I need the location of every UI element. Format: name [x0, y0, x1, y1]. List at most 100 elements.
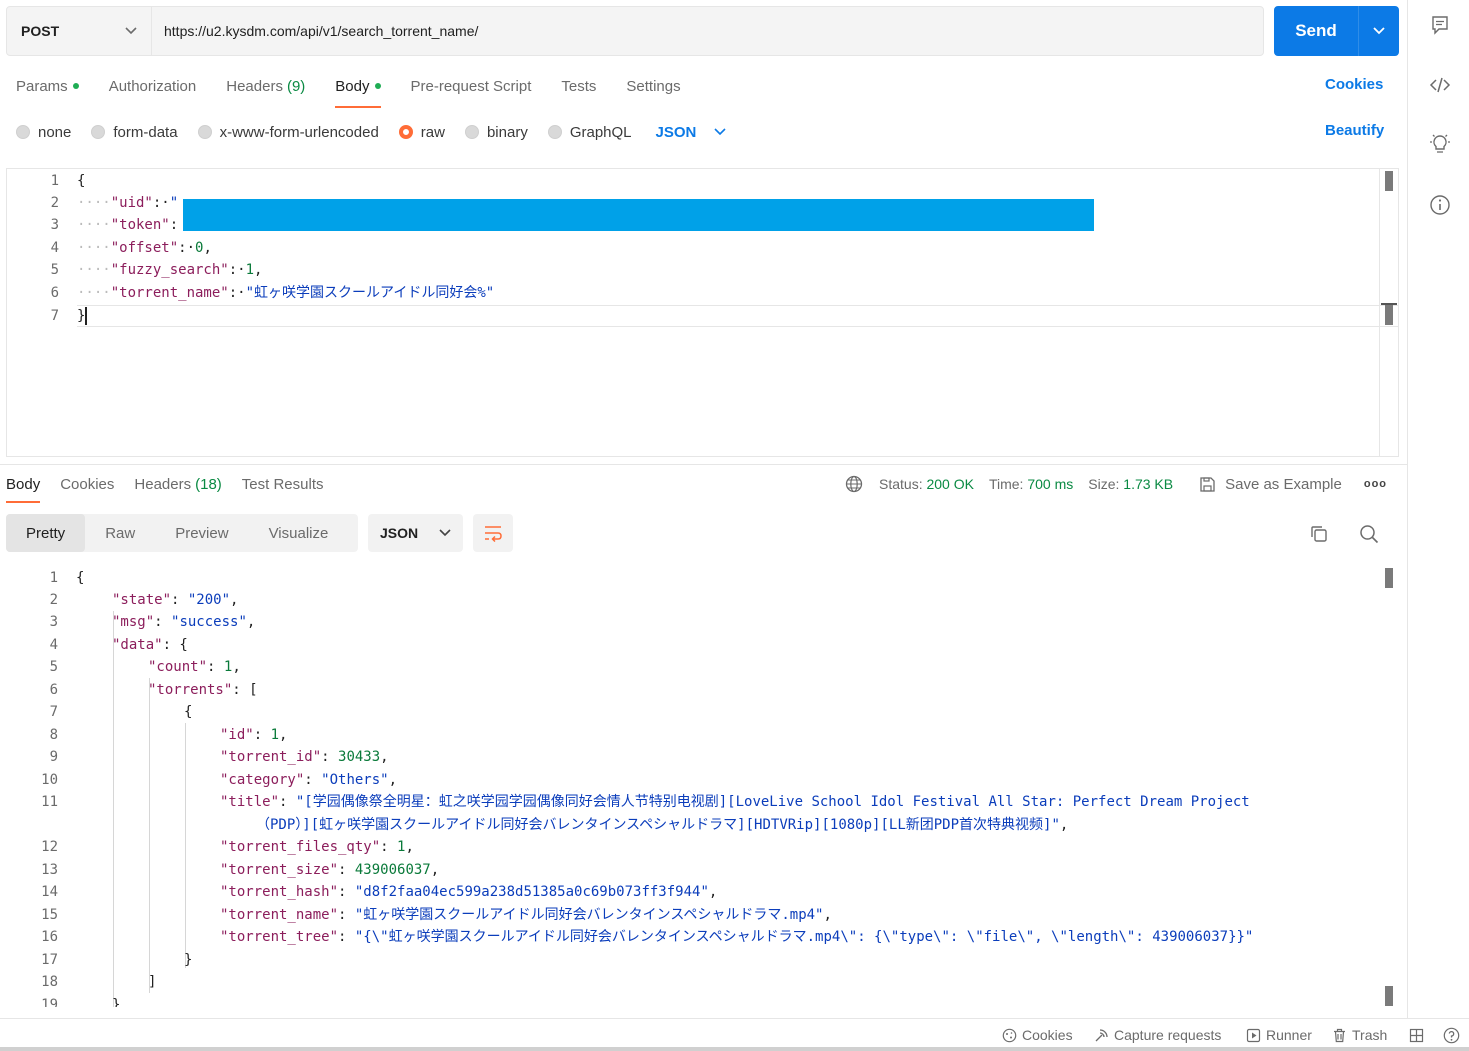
scrollbar-thumb[interactable]: [1385, 171, 1393, 191]
params-indicator-dot: [72, 83, 79, 89]
tab-pre-request-script[interactable]: Pre-request Script: [411, 74, 532, 98]
send-button-group: Send: [1274, 6, 1399, 56]
time-stat[interactable]: Time: 700 ms: [989, 476, 1073, 492]
help-icon[interactable]: [1443, 1027, 1460, 1044]
code-icon[interactable]: [1428, 73, 1452, 97]
footer-cookies-button[interactable]: Cookies: [1002, 1027, 1073, 1043]
tab-authorization[interactable]: Authorization: [109, 74, 197, 98]
code-text: "state": "200",: [112, 589, 238, 611]
more-options-button[interactable]: ooo: [1364, 478, 1387, 490]
tab-settings[interactable]: Settings: [626, 74, 680, 98]
status-stat[interactable]: Status: 200 OK: [879, 476, 974, 492]
json-key: "title": [220, 794, 280, 810]
resp-tab-headers[interactable]: Headers (18): [134, 474, 221, 494]
scrollbar-thumb[interactable]: [1385, 568, 1393, 588]
cookies-link[interactable]: Cookies: [1325, 76, 1383, 93]
method-select[interactable]: POST: [7, 7, 152, 55]
beautify-link[interactable]: Beautify: [1325, 122, 1384, 139]
bulb-icon[interactable]: [1428, 132, 1452, 156]
comma: ,: [405, 839, 414, 855]
search-icon[interactable]: [1359, 524, 1379, 544]
comma: ,: [232, 659, 241, 675]
colon: :·: [152, 195, 170, 211]
tab-body[interactable]: Body: [335, 74, 381, 108]
comma: ,: [708, 884, 718, 900]
resp-tab-test-results[interactable]: Test Results: [242, 474, 324, 494]
colon: :: [253, 727, 271, 743]
radio-urlencoded[interactable]: x-www-form-urlencoded: [197, 124, 379, 141]
code-text: }: [184, 949, 192, 971]
capture-icon: [1095, 1028, 1108, 1041]
json-string: "200": [187, 592, 231, 608]
response-stats: Status: 200 OK Time: 700 ms Size: 1.73 K…: [845, 474, 1387, 494]
response-scrollbar[interactable]: [1380, 566, 1399, 1007]
comment-icon[interactable]: [1428, 13, 1452, 37]
json-string: "虹ヶ咲学園スクールアイドル同好会バレンタインスペシャルドラマ.mp4": [354, 907, 824, 923]
text-cursor: [85, 307, 88, 325]
tab-params-label: Params: [16, 77, 68, 95]
postman-app: POST https://u2.kysdm.com/api/v1/search_…: [0, 0, 1469, 1051]
size-value: 1.73 KB: [1123, 476, 1174, 492]
code-text: {: [76, 567, 84, 589]
size-stat[interactable]: Size: 1.73 KB: [1088, 476, 1173, 492]
chevron-down-icon: [1373, 27, 1385, 35]
save-icon: [1200, 476, 1215, 492]
colon: :: [338, 862, 355, 878]
colon: :: [338, 884, 355, 900]
method-label: POST: [21, 23, 60, 39]
radio-form-data[interactable]: form-data: [91, 124, 178, 141]
indent-guide: [149, 678, 150, 993]
radio-none-label: none: [38, 123, 72, 141]
resp-tab-cookies[interactable]: Cookies: [60, 474, 114, 494]
send-button[interactable]: Send: [1274, 6, 1358, 56]
response-format-select[interactable]: JSON: [368, 514, 463, 552]
view-tab-pretty[interactable]: Pretty: [6, 514, 86, 552]
code-text: "torrents": [: [148, 679, 258, 701]
response-body-viewer[interactable]: 1 { 2 "state": "200", 3 "msg": "success", 4…: [6, 566, 1399, 1007]
language-select[interactable]: JSON: [656, 124, 727, 141]
trash-button[interactable]: Trash: [1332, 1027, 1387, 1043]
tab-params[interactable]: Params: [16, 74, 79, 98]
pane-divider[interactable]: [0, 464, 1407, 465]
colon: :: [338, 907, 355, 923]
runner-button[interactable]: Runner: [1246, 1027, 1312, 1043]
view-tab-visualize[interactable]: Visualize: [249, 514, 349, 552]
resp-tab-body[interactable]: Body: [6, 474, 41, 503]
view-tab-raw[interactable]: Raw: [85, 514, 155, 552]
tab-tests[interactable]: Tests: [561, 74, 596, 98]
indent-dots: ····: [77, 195, 111, 211]
url-input[interactable]: https://u2.kysdm.com/api/v1/search_torre…: [152, 7, 1263, 55]
layout-icon[interactable]: [1409, 1028, 1424, 1043]
line-number: 7: [50, 308, 59, 324]
radio-binary[interactable]: binary: [464, 123, 528, 141]
brace: }: [184, 952, 193, 968]
globe-icon[interactable]: [845, 475, 863, 493]
json-key: "token": [110, 217, 170, 233]
resp-tab-test-results-label: Test Results: [241, 475, 324, 493]
wrap-lines-button[interactable]: [473, 514, 513, 552]
send-options-button[interactable]: [1358, 6, 1399, 56]
colon: :: [154, 614, 172, 630]
capture-requests-button[interactable]: Capture requests: [1094, 1027, 1221, 1043]
resp-headers-count: (18): [195, 475, 222, 493]
tab-headers[interactable]: Headers (9): [226, 74, 305, 98]
view-tab-preview[interactable]: Preview: [155, 514, 248, 552]
code-text: ····"fuzzy_search":·1,: [77, 259, 262, 281]
request-body-editor[interactable]: 1{ 2 ····"uid":·" 3 ····"token": 4 ····"off…: [6, 168, 1399, 457]
copy-icon[interactable]: [1309, 524, 1329, 544]
json-number: 1: [245, 262, 255, 278]
line-number: 13: [41, 862, 58, 878]
radio-graphql[interactable]: GraphQL: [547, 124, 632, 141]
radio-raw[interactable]: raw: [398, 124, 445, 141]
radio-none[interactable]: none: [16, 124, 71, 141]
save-as-example-button[interactable]: Save as Example: [1199, 476, 1342, 493]
chevron-down-icon: [125, 27, 137, 35]
request-editor-scrollbar[interactable]: [1379, 169, 1398, 456]
comma: ,: [279, 727, 288, 743]
json-key: "torrent_name": [220, 907, 339, 923]
line-number: 12: [41, 839, 58, 855]
resp-tab-headers-label: Headers: [134, 475, 192, 493]
code-text: "torrent_hash": "d8f2faa04ec599a238d5138…: [220, 881, 717, 903]
radio-binary-label: binary: [486, 123, 528, 141]
info-icon[interactable]: [1428, 193, 1452, 217]
